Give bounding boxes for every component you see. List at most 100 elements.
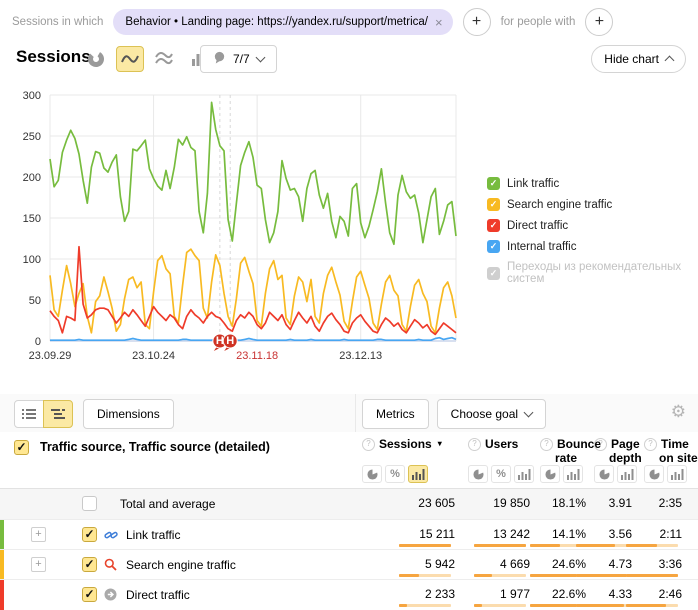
legend-checkbox[interactable]: ✓ [487, 198, 500, 211]
y-tick-label: 250 [23, 131, 41, 143]
tree-view-icon[interactable] [43, 400, 73, 428]
gear-icon[interactable]: ⚙ [671, 403, 686, 420]
row-checkbox[interactable] [82, 557, 97, 572]
percent-display-icon[interactable]: % [491, 465, 511, 483]
legend-checkbox[interactable]: ✓ [487, 219, 500, 232]
comments-segments-dropdown[interactable]: 7/7 [200, 45, 277, 73]
bars-display-icon[interactable] [408, 465, 428, 483]
metric-bar [530, 604, 582, 607]
table-row: +Search engine traffic5 9424 66924.6%4.7… [0, 549, 698, 580]
metric-bar [576, 574, 628, 577]
metrics-button[interactable]: Metrics [362, 399, 429, 429]
direct-traffic-icon [104, 588, 117, 606]
pie-display-icon[interactable] [644, 465, 664, 483]
dimensions-button[interactable]: Dimensions [83, 399, 174, 429]
list-view-icon[interactable] [14, 400, 44, 428]
help-icon[interactable]: ? [644, 438, 657, 451]
column-header-users[interactable]: ?Users [468, 437, 518, 451]
legend-checkbox[interactable]: ✓ [487, 240, 500, 253]
help-icon[interactable]: ? [540, 438, 553, 451]
percent-display-icon[interactable]: % [385, 465, 405, 483]
legend-item[interactable]: ✓ Internal traffic [487, 240, 698, 253]
legend-item[interactable]: ✓Search engine traffic [487, 198, 698, 211]
view-mode-switcher [14, 400, 73, 428]
table-row: Direct traffic2 2331 97722.6%4.332:46 [0, 579, 698, 610]
legend-label: Переходы из рекомендательных систем [507, 261, 698, 285]
metric-bar [626, 604, 678, 607]
row-checkbox[interactable] [82, 587, 97, 602]
row-label[interactable]: Link traffic [126, 528, 180, 542]
expand-row-button[interactable]: + [31, 557, 46, 572]
bars-display-icon[interactable] [617, 465, 637, 483]
note-pin-marker[interactable]: Н [223, 334, 237, 351]
link-traffic-icon [104, 528, 118, 547]
y-tick-label: 150 [23, 213, 41, 225]
row-label[interactable]: Direct traffic [126, 588, 190, 602]
stacked-area-icon[interactable] [150, 46, 178, 72]
pie-display-icon[interactable] [468, 465, 488, 483]
row-label[interactable]: Search engine traffic [126, 558, 236, 572]
bars-display-icon[interactable] [563, 465, 583, 483]
metric-bar [576, 604, 628, 607]
add-session-filter-button[interactable]: + [463, 8, 491, 36]
help-icon[interactable]: ? [594, 438, 607, 451]
metric-display-switcher: % [468, 465, 534, 483]
metric-value: 2:11 [607, 527, 682, 541]
y-tick-label: 0 [35, 336, 41, 348]
pie-chart-icon[interactable] [82, 46, 110, 72]
bars-display-icon[interactable] [514, 465, 534, 483]
metric-value: 2 233 [380, 587, 455, 601]
chart-type-switcher [82, 46, 212, 72]
metric-bar [530, 544, 582, 547]
row-checkbox[interactable] [82, 496, 97, 511]
legend-item[interactable]: ✓ Переходы из рекомендательных систем [487, 261, 698, 285]
column-header-page[interactable]: ?Pagedepth [594, 437, 642, 465]
line-chart-icon[interactable] [116, 46, 144, 72]
y-tick-label: 100 [23, 254, 41, 266]
remove-filter-icon[interactable]: × [435, 16, 443, 29]
legend-label: Direct traffic [507, 220, 568, 232]
comment-icon [213, 51, 226, 67]
legend-label: Internal traffic [507, 241, 576, 253]
help-icon[interactable]: ? [362, 438, 375, 451]
metric-bar [399, 604, 451, 607]
segment-filter-chip[interactable]: Behavior • Landing page: https://yandex.… [113, 9, 452, 35]
metric-value: 2:46 [607, 587, 682, 601]
add-people-filter-button[interactable]: + [585, 8, 613, 36]
column-header-sessions[interactable]: ?Sessions▾ [362, 437, 442, 451]
legend-item[interactable]: ✓Link traffic [487, 177, 698, 190]
select-all-checkbox[interactable] [14, 440, 29, 455]
bars-display-icon[interactable] [667, 465, 687, 483]
metric-value: 2:35 [607, 496, 682, 510]
legend-checkbox[interactable]: ✓ [487, 177, 500, 190]
legend-item[interactable]: ✓ Direct traffic [487, 219, 698, 232]
choose-goal-dropdown[interactable]: Choose goal [437, 399, 546, 429]
metric-bar [474, 544, 526, 547]
column-header-time[interactable]: ?Timeon site [644, 437, 698, 465]
metric-value: 23 605 [380, 496, 455, 510]
metric-value: 3:36 [607, 557, 682, 571]
chevron-down-icon [524, 408, 534, 418]
y-tick-label: 200 [23, 172, 41, 184]
filter-middle-label: for people with [501, 16, 576, 28]
sort-desc-icon: ▾ [438, 437, 442, 451]
hide-chart-button[interactable]: Hide chart [591, 45, 686, 73]
pie-display-icon[interactable] [362, 465, 382, 483]
row-color-stripe [0, 580, 4, 610]
pie-display-icon[interactable] [594, 465, 614, 483]
row-label: Total and average [120, 497, 215, 511]
chart-title: Sessions [16, 47, 91, 67]
expand-row-button[interactable]: + [31, 527, 46, 542]
legend-checkbox[interactable]: ✓ [487, 267, 500, 280]
column-header-bounce[interactable]: ?Bouncerate [540, 437, 601, 465]
series-link-traffic [50, 102, 456, 244]
svg-text:Н: Н [226, 335, 234, 347]
metric-value: 5 942 [380, 557, 455, 571]
table-row: Total and average23 60519 85018.1%3.912:… [0, 489, 698, 519]
metric-bar [399, 574, 451, 577]
row-checkbox[interactable] [82, 527, 97, 542]
pie-display-icon[interactable] [540, 465, 560, 483]
chevron-down-icon [255, 53, 265, 63]
help-icon[interactable]: ? [468, 438, 481, 451]
svg-text:Н: Н [216, 335, 224, 347]
